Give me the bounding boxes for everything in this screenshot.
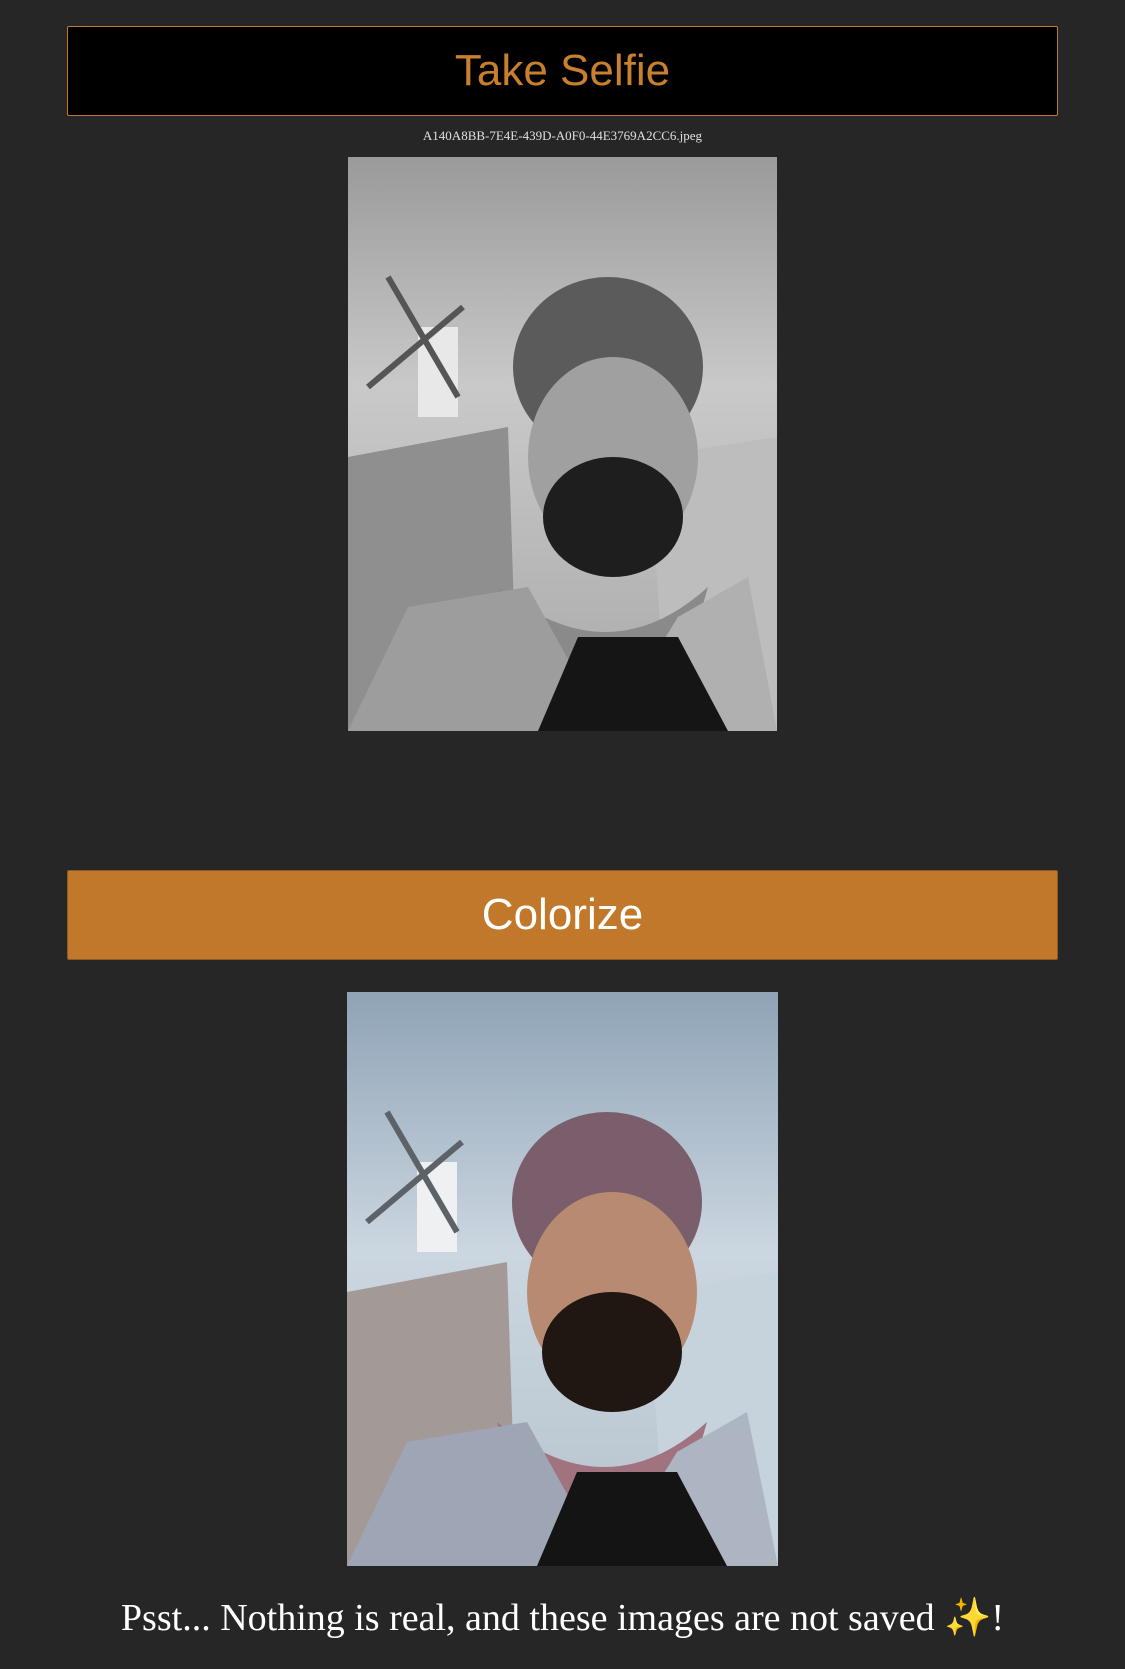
take-selfie-button[interactable]: Take Selfie (67, 26, 1058, 116)
app-page: Take Selfie A140A8BB-7E4E-439D-A0F0-44E3… (0, 0, 1125, 1669)
footer-note: Psst... Nothing is real, and these image… (0, 1596, 1125, 1640)
colorize-label: Colorize (481, 890, 644, 939)
take-selfie-label: Take Selfie (454, 46, 671, 95)
selfie-photo-colorized (347, 992, 778, 1566)
photo-filename: A140A8BB-7E4E-439D-A0F0-44E3769A2CC6.jpe… (422, 128, 703, 143)
selfie-photo-grayscale (348, 157, 777, 731)
footer-exclamation: ! (991, 1597, 1005, 1639)
footer-text: Psst... Nothing is real, and these image… (120, 1597, 945, 1639)
colorize-button[interactable]: Colorize (67, 870, 1058, 960)
sparkles-icon: ✨ (944, 1597, 992, 1639)
